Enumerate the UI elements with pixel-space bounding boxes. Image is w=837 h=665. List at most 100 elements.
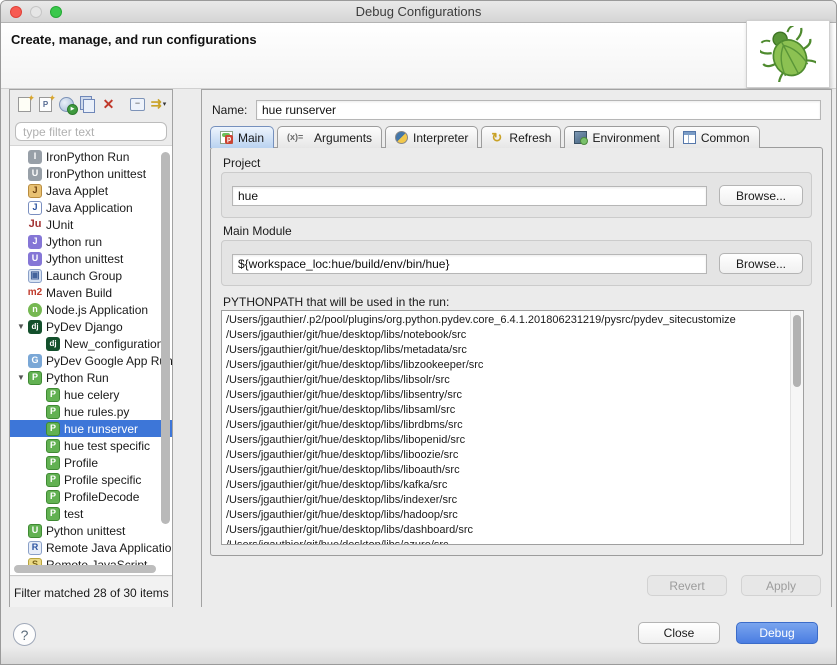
tree-item-label: Profile specific [64, 473, 141, 487]
python-unittest-icon: U [28, 524, 42, 538]
export-configurations-button[interactable] [56, 95, 77, 114]
pythonpath-entry[interactable]: /Users/jgauthier/git/hue/desktop/libs/li… [222, 433, 803, 448]
tree-item-test[interactable]: P test [10, 505, 172, 522]
tab-refresh[interactable]: Refresh [481, 126, 561, 148]
pythonpath-label: PYTHONPATH that will be used in the run: [223, 295, 449, 309]
tree-item-hue-test-specific[interactable]: P hue test specific [10, 437, 172, 454]
expand-arrow-icon[interactable]: ▼ [17, 322, 28, 331]
tree-item-java-application[interactable]: J Java Application [10, 199, 172, 216]
duplicate-configuration-button[interactable] [77, 95, 98, 114]
pythonpath-entry[interactable]: /Users/jgauthier/git/hue/desktop/libs/li… [222, 463, 803, 478]
configurations-sidebar: I IronPython Run U IronPython unittest J… [9, 89, 173, 609]
environment-tab-icon [574, 131, 587, 144]
window-title: Debug Configurations [356, 4, 482, 19]
main-module-group: Browse... [221, 240, 812, 286]
dialog-footer: ? Close Debug [1, 607, 836, 664]
pythonpath-entry[interactable]: /Users/jgauthier/git/hue/desktop/libs/da… [222, 523, 803, 538]
pythonpath-scrollbar-track[interactable] [790, 311, 803, 544]
jython-unittest-icon: U [28, 252, 42, 266]
tab-common[interactable]: Common [673, 126, 760, 148]
dialog-header: Create, manage, and run configurations [1, 23, 836, 89]
tree-item-profiledecode[interactable]: P ProfileDecode [10, 488, 172, 505]
debug-button[interactable]: Debug [736, 622, 818, 644]
new-prototype-button[interactable] [35, 95, 56, 114]
tree-item-label: PyDev Django [46, 320, 123, 334]
python-run-icon: P [46, 439, 60, 453]
name-input[interactable] [256, 100, 821, 120]
project-browse-button[interactable]: Browse... [719, 185, 803, 206]
main-module-label: Main Module [223, 224, 292, 238]
tree-item-label: Python unittest [46, 524, 125, 538]
pythonpath-entry[interactable]: /Users/jgauthier/git/hue/desktop/libs/li… [222, 448, 803, 463]
filter-input[interactable] [15, 122, 167, 141]
tree-item-java-applet[interactable]: J Java Applet [10, 182, 172, 199]
main-module-browse-button[interactable]: Browse... [719, 253, 803, 274]
tab-environment[interactable]: Environment [564, 126, 669, 148]
tree-item-profile[interactable]: P Profile [10, 454, 172, 471]
close-button[interactable]: Close [638, 622, 720, 644]
pythonpath-scrollbar-thumb[interactable] [793, 315, 801, 387]
pythonpath-entry[interactable]: /Users/jgauthier/git/hue/desktop/libs/li… [222, 373, 803, 388]
tab-label: Interpreter [413, 131, 468, 145]
tree-item-hue-runserver[interactable]: P hue runserver [10, 420, 172, 437]
java-application-icon: J [28, 201, 42, 215]
project-input[interactable] [232, 186, 707, 206]
delete-configuration-button[interactable] [98, 95, 119, 114]
tree-item-jython-unittest[interactable]: U Jython unittest [10, 250, 172, 267]
python-run-icon: P [46, 388, 60, 402]
filter-launch-configurations-button[interactable] [148, 95, 169, 114]
collapse-all-button[interactable] [127, 95, 148, 114]
minimize-window-button[interactable] [30, 6, 42, 18]
tree-item-maven-build[interactable]: m2 Maven Build [10, 284, 172, 301]
tree-item-new-configuration[interactable]: dj New_configuration [10, 335, 172, 352]
tab-label: Common [701, 131, 750, 145]
tree-item-label: Jython run [46, 235, 102, 249]
tree-item-remote-java-application[interactable]: R Remote Java Application [10, 539, 172, 556]
pythonpath-entry[interactable]: /Users/jgauthier/git/hue/desktop/libs/li… [222, 418, 803, 433]
tree-item-python-run[interactable]: ▼ P Python Run [10, 369, 172, 386]
pythonpath-entry[interactable]: /Users/jgauthier/git/hue/desktop/libs/no… [222, 328, 803, 343]
revert-button[interactable]: Revert [647, 575, 727, 596]
tree-item-pydev-django[interactable]: ▼ dj PyDev Django [10, 318, 172, 335]
tree-horizontal-scrollbar[interactable] [14, 565, 156, 573]
tree-item-pydev-google-app-run[interactable]: G PyDev Google App Run [10, 352, 172, 369]
pythonpath-entry[interactable]: /Users/jgauthier/git/hue/desktop/libs/me… [222, 343, 803, 358]
pythonpath-entry[interactable]: /Users/jgauthier/git/hue/desktop/libs/ka… [222, 478, 803, 493]
tab-label: Arguments [314, 131, 372, 145]
python-run-icon: P [46, 507, 60, 521]
tree-item-nodejs-application[interactable]: n Node.js Application [10, 301, 172, 318]
pythonpath-entry[interactable]: /Users/jgauthier/.p2/pool/plugins/org.py… [222, 313, 803, 328]
close-window-button[interactable] [10, 6, 22, 18]
tree-vertical-scrollbar[interactable] [161, 152, 170, 524]
pydev-django-icon: dj [46, 337, 60, 351]
help-button[interactable]: ? [13, 623, 36, 646]
tree-item-python-unittest[interactable]: U Python unittest [10, 522, 172, 539]
filter-status: Filter matched 28 of 30 items [10, 577, 172, 608]
tree-item-ironpython-run[interactable]: I IronPython Run [10, 148, 172, 165]
pythonpath-entry[interactable]: /Users/jgauthier/git/hue/desktop/libs/in… [222, 493, 803, 508]
tree-item-hue-rules-py[interactable]: P hue rules.py [10, 403, 172, 420]
tab-interpreter[interactable]: Interpreter [385, 126, 478, 148]
tab-arguments[interactable]: Arguments [277, 126, 382, 148]
tree-item-launch-group[interactable]: ▣ Launch Group [10, 267, 172, 284]
apply-button[interactable]: Apply [741, 575, 821, 596]
new-configuration-button[interactable] [14, 95, 35, 114]
pythonpath-entry[interactable]: /Users/jgauthier/git/hue/desktop/libs/li… [222, 388, 803, 403]
tree-item-jython-run[interactable]: J Jython run [10, 233, 172, 250]
pythonpath-entry[interactable]: /Users/jgauthier/git/hue/desktop/libs/ha… [222, 508, 803, 523]
bug-icon [760, 26, 816, 82]
main-module-input[interactable] [232, 254, 707, 274]
tree-item-profile-specific[interactable]: P Profile specific [10, 471, 172, 488]
tree-item-hue-celery[interactable]: P hue celery [10, 386, 172, 403]
pythonpath-entry[interactable]: /Users/jgauthier/git/hue/desktop/libs/li… [222, 358, 803, 373]
pythonpath-entry[interactable]: /Users/jgauthier/git/hue/desktop/libs/az… [222, 538, 803, 545]
tree-item-label: IronPython unittest [46, 167, 146, 181]
tab-main[interactable]: Main [210, 126, 274, 148]
zoom-window-button[interactable] [50, 6, 62, 18]
titlebar[interactable]: Debug Configurations [1, 1, 836, 23]
tree-item-ironpython-unittest[interactable]: U IronPython unittest [10, 165, 172, 182]
expand-arrow-icon[interactable]: ▼ [17, 373, 28, 382]
pythonpath-entry[interactable]: /Users/jgauthier/git/hue/desktop/libs/li… [222, 403, 803, 418]
tree-item-label: hue test specific [64, 439, 150, 453]
tree-item-junit[interactable]: Ju JUnit [10, 216, 172, 233]
